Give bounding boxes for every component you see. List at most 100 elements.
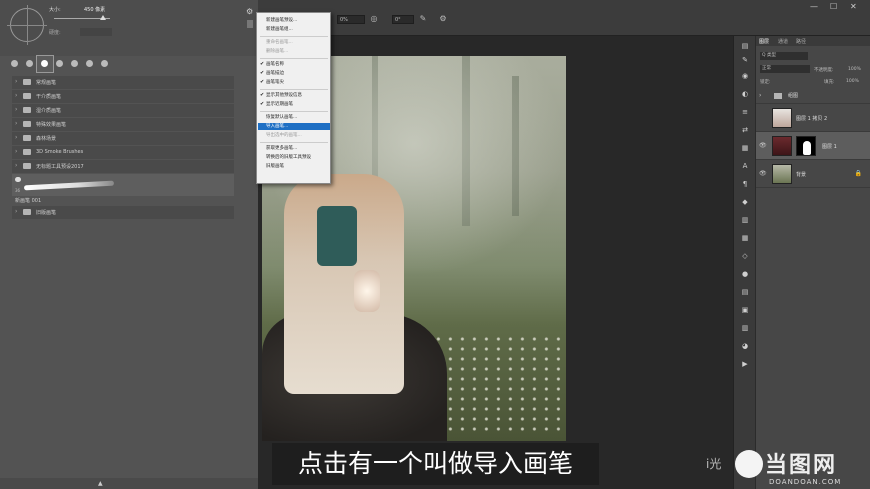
panel-menu-icon[interactable] bbox=[247, 20, 253, 28]
folder-icon bbox=[23, 121, 31, 127]
grid-icon[interactable]: ▦ bbox=[740, 234, 750, 242]
table-icon[interactable]: ▤ bbox=[740, 288, 750, 296]
styles-icon[interactable]: ◕ bbox=[740, 342, 750, 350]
chevron-right-icon[interactable]: › bbox=[15, 78, 17, 85]
chevron-right-icon[interactable]: › bbox=[759, 92, 761, 99]
layer-row[interactable]: 👁 图层 1 bbox=[756, 132, 870, 160]
color-icon[interactable]: ◉ bbox=[740, 72, 750, 80]
hardness-label: 硬度: bbox=[49, 30, 61, 36]
folder-icon bbox=[23, 79, 31, 85]
menu-separator bbox=[260, 142, 328, 143]
minimize-icon[interactable]: — bbox=[810, 2, 818, 11]
eye-icon[interactable]: 👁 bbox=[759, 142, 767, 149]
actions-icon[interactable]: ▶ bbox=[740, 360, 750, 368]
fill-label: 填充: bbox=[824, 80, 835, 85]
kind-filter[interactable]: Q 类型 bbox=[760, 52, 808, 60]
layer-mask-thumbnail[interactable] bbox=[796, 136, 816, 156]
menu-item[interactable]: ✔ 画笔笔尖 bbox=[258, 79, 330, 86]
brush-tip[interactable] bbox=[8, 58, 21, 71]
channels-icon[interactable]: ● bbox=[740, 270, 750, 278]
size-value[interactable]: 450 像素 bbox=[84, 6, 105, 13]
brush-folder[interactable]: › 旧版画笔 bbox=[12, 206, 234, 219]
paths-icon[interactable]: ◇ bbox=[740, 252, 750, 260]
brush-icon[interactable]: ✎ bbox=[740, 56, 750, 64]
tab-channels[interactable]: 通道 bbox=[778, 38, 788, 45]
menu-item[interactable]: 新建画笔预设... bbox=[258, 17, 330, 24]
tab-layers[interactable]: 图层 bbox=[759, 38, 769, 45]
layer-group[interactable]: › 组图 bbox=[756, 88, 870, 104]
brush-folder[interactable]: › 干介质画笔 bbox=[12, 90, 234, 103]
chevron-right-icon[interactable]: › bbox=[15, 134, 17, 141]
chevron-right-icon[interactable]: › bbox=[15, 120, 17, 127]
opacity-value[interactable]: 100% bbox=[848, 67, 861, 72]
brush-angle-widget[interactable] bbox=[7, 5, 47, 45]
lock-icon[interactable]: 🔒 bbox=[855, 170, 862, 177]
menu-item[interactable]: ✔ 画笔描边 bbox=[258, 70, 330, 77]
layers-icon[interactable]: ◆ bbox=[740, 198, 750, 206]
brush-tip[interactable] bbox=[53, 58, 66, 71]
menu-item[interactable]: 恢复默认画笔... bbox=[258, 114, 330, 121]
size-slider-handle[interactable] bbox=[100, 15, 106, 20]
collapse-arrow-icon[interactable]: ▲ bbox=[98, 480, 103, 487]
airbrush-icon[interactable]: ✎ bbox=[418, 14, 428, 24]
settings-icon[interactable]: ⇄ bbox=[740, 126, 750, 134]
menu-item[interactable]: 旧版画笔 bbox=[258, 163, 330, 170]
percent-field[interactable]: 0% bbox=[337, 15, 365, 24]
layer-row[interactable]: 👁 背景 🔒 bbox=[756, 160, 870, 188]
layer-thumbnail bbox=[772, 136, 792, 156]
maximize-icon[interactable]: ☐ bbox=[830, 2, 837, 11]
layer-row[interactable]: 图层 1 拷贝 2 bbox=[756, 104, 870, 132]
brush-folder[interactable]: › 常规画笔 bbox=[12, 76, 234, 89]
menu-item[interactable]: ✔ 显示其他预设信息 bbox=[258, 92, 330, 99]
chevron-right-icon[interactable]: › bbox=[15, 106, 17, 113]
blend-mode-select[interactable]: 正常 bbox=[760, 65, 810, 73]
close-icon[interactable]: ✕ bbox=[850, 2, 857, 11]
brush-folder[interactable]: › 湿介质画笔 bbox=[12, 104, 234, 117]
brush-folder[interactable]: › 无标题工具预设2017 bbox=[12, 160, 234, 173]
brush-tip[interactable] bbox=[23, 58, 36, 71]
paragraph-icon[interactable]: ¶ bbox=[740, 180, 750, 188]
brush-folder[interactable]: › 森林场景 bbox=[12, 132, 234, 145]
brush-tip[interactable] bbox=[38, 58, 51, 71]
properties-icon[interactable]: ≡ bbox=[740, 108, 750, 116]
info-icon[interactable]: ▥ bbox=[740, 324, 750, 332]
angle-field[interactable]: 0° bbox=[392, 15, 414, 24]
menu-item[interactable]: 新建画笔组... bbox=[258, 26, 330, 33]
brush-tip[interactable] bbox=[68, 58, 81, 71]
gear-icon[interactable]: ⚙ bbox=[246, 7, 253, 16]
tab-paths[interactable]: 路径 bbox=[796, 38, 806, 45]
table-icon[interactable]: ▦ bbox=[740, 144, 750, 152]
menu-item[interactable]: 转换后的旧版工具预设 bbox=[258, 154, 330, 161]
eye-icon[interactable]: 👁 bbox=[759, 170, 767, 177]
character-icon[interactable]: A bbox=[740, 162, 750, 170]
folder-icon bbox=[23, 107, 31, 113]
hardness-slider[interactable] bbox=[80, 28, 112, 36]
brush-folder[interactable]: › 3D Smoke Brushes bbox=[12, 146, 234, 159]
folder-icon bbox=[23, 149, 31, 155]
fill-value[interactable]: 100% bbox=[846, 79, 859, 84]
chevron-right-icon[interactable]: › bbox=[15, 92, 17, 99]
history-icon[interactable]: ▤ bbox=[740, 42, 750, 50]
brush-tip[interactable] bbox=[83, 58, 96, 71]
brush-sample-item[interactable]: 36 bbox=[12, 174, 234, 196]
menu-item[interactable]: ✔ 画笔名称 bbox=[258, 61, 330, 68]
symmetry-icon[interactable]: ⚙ bbox=[438, 14, 448, 24]
adjust-icon[interactable]: ◐ bbox=[740, 90, 750, 98]
menu-item[interactable]: ✔ 显示近期画笔 bbox=[258, 101, 330, 108]
chevron-right-icon[interactable]: › bbox=[15, 148, 17, 155]
check-icon: ✔ bbox=[260, 70, 265, 76]
layers-panel: 图层 通道 路径 Q 类型 正常 不透明度: 100% 锁定: 填充: 100%… bbox=[756, 36, 870, 489]
brush-sample-label: 新画笔 001 bbox=[15, 198, 42, 204]
brush-tip[interactable] bbox=[98, 58, 111, 71]
swatches-icon[interactable]: ▥ bbox=[740, 216, 750, 224]
menu-separator bbox=[260, 58, 328, 59]
chevron-right-icon[interactable]: › bbox=[15, 208, 17, 215]
layer-thumbnail bbox=[772, 108, 792, 128]
pressure-icon[interactable]: ◎ bbox=[369, 14, 379, 24]
navigator-icon[interactable]: ▣ bbox=[740, 306, 750, 314]
menu-separator bbox=[260, 111, 328, 112]
chevron-right-icon[interactable]: › bbox=[15, 162, 17, 169]
menu-item[interactable]: 导入画笔... bbox=[258, 123, 330, 130]
brush-folder[interactable]: › 特殊效果画笔 bbox=[12, 118, 234, 131]
menu-item[interactable]: 获取更多画笔... bbox=[258, 145, 330, 152]
